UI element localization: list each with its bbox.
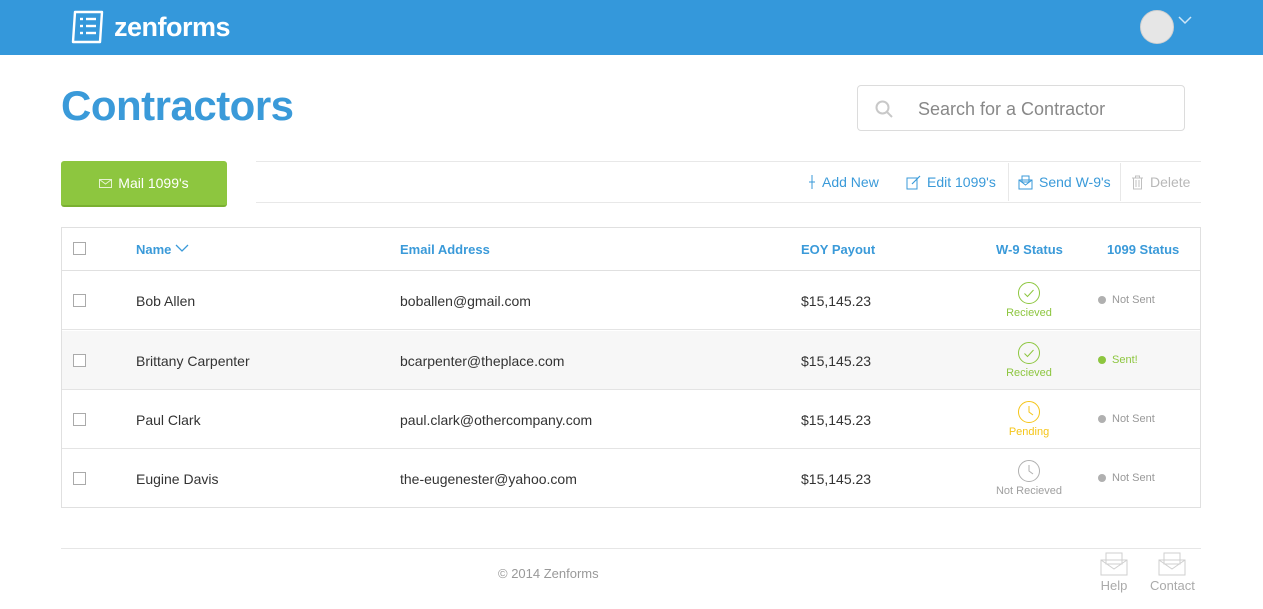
row-checkbox[interactable] bbox=[73, 413, 86, 426]
contractor-payout: $15,145.23 bbox=[801, 293, 872, 309]
contractor-search[interactable] bbox=[857, 85, 1185, 131]
1099-status-label: Not Sent bbox=[1112, 472, 1155, 484]
table-row[interactable]: Brittany Carpenter bcarpenter@theplace.c… bbox=[62, 331, 1200, 390]
contractor-payout: $15,145.23 bbox=[801, 412, 872, 428]
payout-column-header[interactable]: EOY Payout bbox=[801, 242, 875, 257]
1099-status: Not Sent bbox=[1098, 472, 1155, 484]
table-row[interactable]: Bob Allen boballen@gmail.com $15,145.23 … bbox=[62, 271, 1200, 330]
email-column-header[interactable]: Email Address bbox=[400, 242, 490, 257]
delete-button[interactable]: Delete bbox=[1131, 162, 1190, 202]
contractor-email: boballen@gmail.com bbox=[400, 293, 531, 309]
check-circle-icon bbox=[1018, 342, 1040, 364]
envelope-icon bbox=[1100, 552, 1128, 576]
contractor-name: Brittany Carpenter bbox=[136, 353, 250, 369]
1099-status: Not Sent bbox=[1098, 413, 1155, 425]
copyright: © 2014 Zenforms bbox=[498, 566, 599, 581]
clock-icon bbox=[1018, 401, 1040, 423]
1099-status-label: Not Sent bbox=[1112, 294, 1155, 306]
contact-link[interactable]: Contact bbox=[1150, 552, 1195, 593]
name-column-header[interactable]: Name bbox=[136, 242, 189, 257]
chevron-down-icon bbox=[175, 244, 189, 252]
send-w9s-button[interactable]: Send W-9's bbox=[1018, 162, 1111, 202]
footer-divider bbox=[61, 548, 1201, 549]
page-title: Contractors bbox=[61, 82, 294, 129]
row-checkbox[interactable] bbox=[73, 472, 86, 485]
select-all-checkbox[interactable] bbox=[73, 242, 86, 255]
1099-status: Not Sent bbox=[1098, 294, 1155, 306]
chevron-down-icon[interactable] bbox=[1178, 15, 1192, 25]
send-w9s-label: Send W-9's bbox=[1039, 174, 1111, 190]
action-separator bbox=[1008, 163, 1009, 201]
contractor-email: the-eugenester@yahoo.com bbox=[400, 471, 577, 487]
1099-status-column-header[interactable]: 1099 Status bbox=[1107, 242, 1179, 257]
contractor-name: Bob Allen bbox=[136, 293, 196, 309]
help-link[interactable]: Help bbox=[1100, 552, 1128, 593]
contractor-payout: $15,145.23 bbox=[801, 353, 872, 369]
contractor-name: Eugine Davis bbox=[136, 471, 219, 487]
trash-icon bbox=[1132, 175, 1143, 189]
envelope-icon bbox=[1158, 552, 1186, 576]
table-header: Name Email Address EOY Payout W-9 Status… bbox=[62, 228, 1200, 271]
search-icon bbox=[875, 100, 893, 118]
table-row[interactable]: Eugine Davis the-eugenester@yahoo.com $1… bbox=[62, 449, 1200, 508]
contractor-name: Paul Clark bbox=[136, 412, 201, 428]
clock-icon bbox=[1018, 460, 1040, 482]
add-new-button[interactable]: Add New bbox=[808, 162, 879, 202]
add-new-label: Add New bbox=[822, 174, 879, 190]
status-dot bbox=[1098, 356, 1106, 364]
contractor-email: paul.clark@othercompany.com bbox=[400, 412, 593, 428]
user-avatar[interactable] bbox=[1140, 10, 1174, 44]
contact-label: Contact bbox=[1150, 578, 1195, 593]
edit-icon bbox=[906, 175, 921, 189]
w9-status: Not Recieved bbox=[989, 459, 1069, 497]
envelope-icon bbox=[99, 178, 113, 188]
check-circle-icon bbox=[1018, 282, 1040, 304]
row-checkbox[interactable] bbox=[73, 354, 86, 367]
w9-status-label: Recieved bbox=[1006, 307, 1052, 319]
contractor-email: bcarpenter@theplace.com bbox=[400, 353, 565, 369]
w9-status-column-header[interactable]: W-9 Status bbox=[996, 242, 1063, 257]
mail-1099s-label: Mail 1099's bbox=[118, 175, 189, 191]
1099-status: Sent! bbox=[1098, 354, 1138, 366]
contractor-payout: $15,145.23 bbox=[801, 471, 872, 487]
send-icon bbox=[1018, 175, 1033, 189]
1099-status-label: Not Sent bbox=[1112, 413, 1155, 425]
logo[interactable]: zenforms bbox=[71, 8, 231, 46]
document-list-icon bbox=[71, 10, 104, 44]
search-input[interactable] bbox=[918, 95, 1168, 123]
w9-status: Recieved bbox=[989, 281, 1069, 319]
edit-1099s-label: Edit 1099's bbox=[927, 174, 996, 190]
plus-icon bbox=[809, 175, 815, 189]
help-label: Help bbox=[1100, 578, 1128, 593]
table-row[interactable]: Paul Clark paul.clark@othercompany.com $… bbox=[62, 390, 1200, 449]
mail-1099s-button[interactable]: Mail 1099's bbox=[61, 161, 227, 207]
w9-status: Recieved bbox=[989, 341, 1069, 379]
edit-1099s-button[interactable]: Edit 1099's bbox=[906, 162, 996, 202]
w9-status: Pending bbox=[989, 400, 1069, 438]
name-header-label: Name bbox=[136, 242, 172, 257]
w9-status-label: Pending bbox=[1008, 426, 1050, 438]
w9-status-label: Recieved bbox=[1006, 367, 1052, 379]
action-separator bbox=[1120, 163, 1121, 201]
top-navigation-bar: zenforms bbox=[0, 0, 1263, 55]
logo-text: zenforms bbox=[114, 11, 231, 42]
status-dot bbox=[1098, 415, 1106, 423]
w9-status-label: Not Recieved bbox=[995, 485, 1063, 497]
row-checkbox[interactable] bbox=[73, 294, 86, 307]
contractors-table: Name Email Address EOY Payout W-9 Status… bbox=[61, 227, 1201, 508]
action-bar: Add New Edit 1099's Send W-9's Delete bbox=[256, 161, 1201, 203]
delete-label: Delete bbox=[1150, 174, 1191, 190]
1099-status-label: Sent! bbox=[1112, 354, 1138, 366]
status-dot bbox=[1098, 474, 1106, 482]
status-dot bbox=[1098, 296, 1106, 304]
